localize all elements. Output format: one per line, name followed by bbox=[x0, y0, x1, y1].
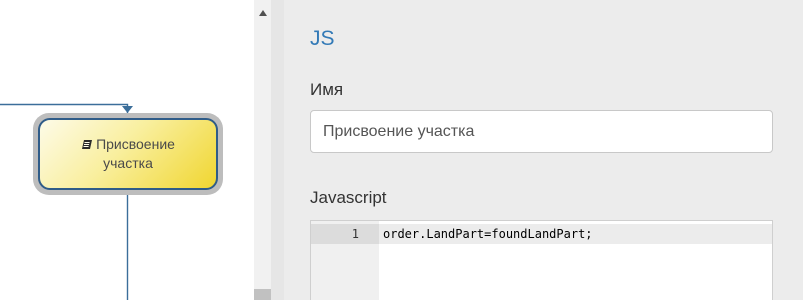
task-node-body: Присвоение участка bbox=[38, 118, 218, 190]
panel-title: JS bbox=[310, 27, 335, 50]
code-editor[interactable]: 1 order.LandPart=foundLandPart; bbox=[310, 220, 773, 300]
incoming-connector bbox=[0, 103, 129, 113]
task-node-label-line2: участка bbox=[103, 155, 153, 171]
arrow-head bbox=[122, 106, 133, 113]
panel-divider[interactable] bbox=[271, 0, 284, 300]
diagram-canvas[interactable]: Присвоение участка bbox=[0, 0, 254, 300]
javascript-label: Javascript bbox=[310, 188, 387, 207]
arrow-up-icon bbox=[258, 10, 267, 16]
task-node-label-line1: Присвоение bbox=[96, 136, 175, 152]
line-number: 1 bbox=[351, 227, 359, 241]
task-node-title-row: Присвоение bbox=[81, 135, 175, 154]
scroll-up-button[interactable] bbox=[254, 6, 271, 20]
code-line[interactable]: order.LandPart=foundLandPart; bbox=[383, 224, 593, 244]
canvas-scrollbar[interactable] bbox=[254, 0, 271, 300]
book-icon bbox=[82, 139, 93, 149]
scroll-thumb[interactable] bbox=[254, 289, 271, 300]
properties-panel: JS Имя Javascript 1 order.LandPart=found… bbox=[284, 0, 803, 300]
name-label: Имя bbox=[310, 80, 344, 99]
task-node-assign-plot[interactable]: Присвоение участка bbox=[33, 113, 223, 195]
name-input[interactable] bbox=[310, 110, 773, 153]
